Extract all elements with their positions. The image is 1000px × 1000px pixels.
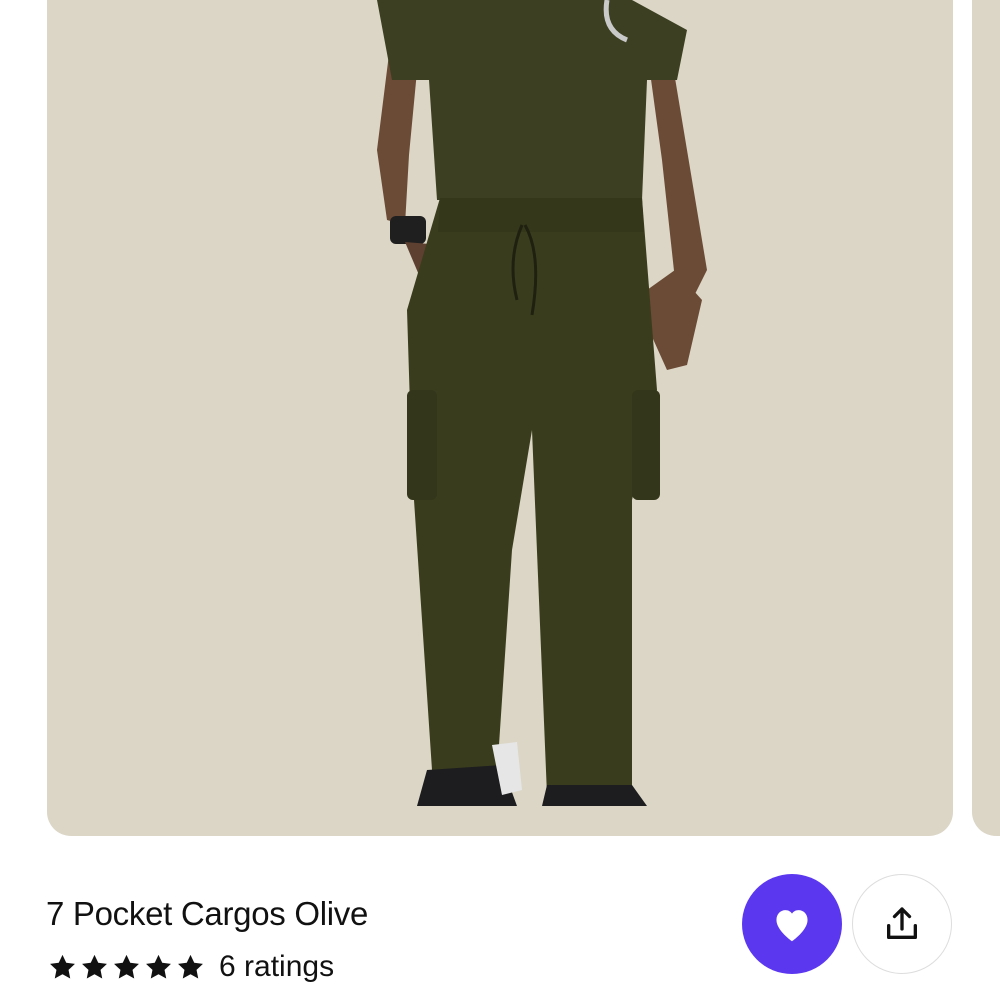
star-icon <box>114 954 139 978</box>
star-icon <box>50 954 75 978</box>
share-icon <box>887 907 917 939</box>
product-image[interactable] <box>47 0 953 836</box>
share-button[interactable] <box>852 874 952 974</box>
favorite-button[interactable] <box>742 874 842 974</box>
model-illustration <box>377 0 707 806</box>
product-detail-page: 7 Pocket Cargos Olive 6 ratings <box>0 0 1000 1000</box>
star-rating <box>48 953 205 982</box>
star-icon <box>146 954 171 978</box>
image-carousel[interactable] <box>0 0 1000 836</box>
next-image-peek[interactable] <box>972 0 1000 836</box>
product-title: 7 Pocket Cargos Olive <box>46 895 369 932</box>
ratings-count[interactable]: 6 ratings <box>219 950 334 984</box>
rating-summary[interactable]: 6 ratings <box>48 950 334 984</box>
heart-icon <box>776 910 808 942</box>
star-icon <box>178 954 203 978</box>
star-icon <box>82 954 107 978</box>
